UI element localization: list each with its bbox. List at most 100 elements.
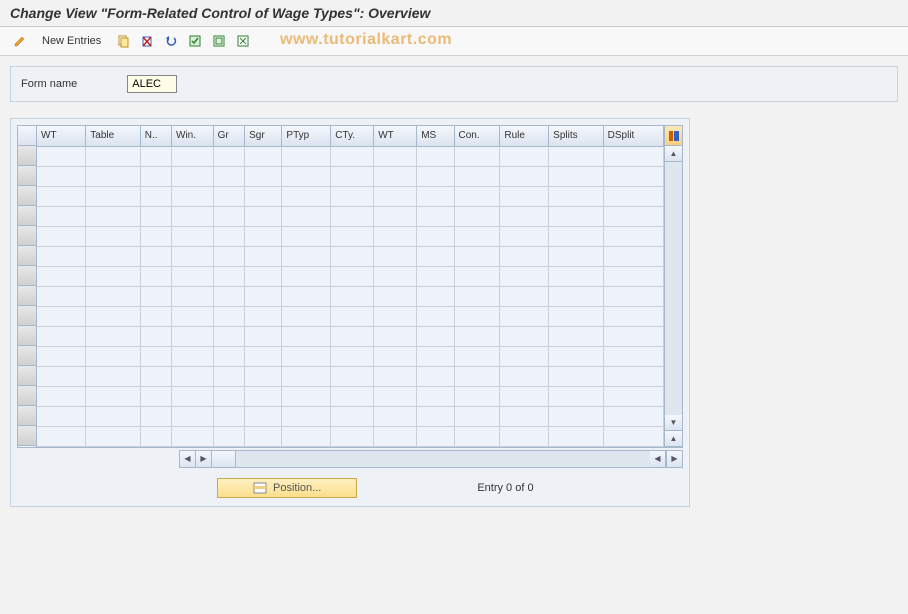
table-cell[interactable] [245,226,282,246]
table-cell[interactable] [245,406,282,426]
deselect-all-icon[interactable] [233,31,253,51]
table-cell[interactable] [500,166,549,186]
table-cell[interactable] [140,366,171,386]
table-cell[interactable] [172,426,214,446]
table-cell[interactable] [374,206,417,226]
table-cell[interactable] [500,366,549,386]
column-header[interactable]: Rule [500,126,549,146]
table-cell[interactable] [140,386,171,406]
table-cell[interactable] [140,286,171,306]
table-cell[interactable] [213,386,245,406]
table-cell[interactable] [245,246,282,266]
column-header[interactable]: Win. [172,126,214,146]
table-cell[interactable] [282,246,331,266]
table-cell[interactable] [374,266,417,286]
table-cell[interactable] [245,366,282,386]
table-cell[interactable] [500,206,549,226]
table-cell[interactable] [417,426,454,446]
table-cell[interactable] [245,166,282,186]
table-cell[interactable] [245,426,282,446]
table-cell[interactable] [140,426,171,446]
table-cell[interactable] [37,406,86,426]
table-cell[interactable] [282,206,331,226]
table-cell[interactable] [500,246,549,266]
table-cell[interactable] [417,206,454,226]
table-cell[interactable] [603,186,663,206]
table-cell[interactable] [549,226,604,246]
table-cell[interactable] [172,346,214,366]
table-cell[interactable] [500,306,549,326]
row-selector[interactable] [18,166,36,186]
table-cell[interactable] [172,266,214,286]
table-cell[interactable] [417,226,454,246]
table-cell[interactable] [86,366,141,386]
table-cell[interactable] [37,366,86,386]
table-cell[interactable] [603,306,663,326]
table-cell[interactable] [549,186,604,206]
table-cell[interactable] [417,186,454,206]
table-cell[interactable] [331,146,374,166]
column-header[interactable]: DSplit [603,126,663,146]
table-cell[interactable] [282,426,331,446]
table-cell[interactable] [172,366,214,386]
row-selector[interactable] [18,346,36,366]
scroll-left-end-button[interactable]: ◀ [650,451,666,467]
table-cell[interactable] [86,146,141,166]
table-cell[interactable] [331,206,374,226]
table-cell[interactable] [172,226,214,246]
table-cell[interactable] [454,286,500,306]
table-cell[interactable] [331,286,374,306]
table-cell[interactable] [417,326,454,346]
table-cell[interactable] [245,326,282,346]
table-cell[interactable] [172,406,214,426]
horizontal-scroll-thumb[interactable] [212,451,236,467]
table-cell[interactable] [374,226,417,246]
table-cell[interactable] [37,146,86,166]
row-selector[interactable] [18,266,36,286]
row-selector[interactable] [18,286,36,306]
table-cell[interactable] [37,306,86,326]
column-header[interactable]: CTy. [331,126,374,146]
scroll-up-button[interactable]: ▲ [665,146,682,162]
table-cell[interactable] [245,186,282,206]
delete-icon[interactable] [137,31,157,51]
table-cell[interactable] [454,206,500,226]
table-cell[interactable] [603,346,663,366]
table-cell[interactable] [500,266,549,286]
table-cell[interactable] [331,346,374,366]
table-cell[interactable] [549,346,604,366]
table-cell[interactable] [374,406,417,426]
column-header[interactable]: WT [37,126,86,146]
table-cell[interactable] [417,166,454,186]
table-cell[interactable] [603,326,663,346]
table-cell[interactable] [245,206,282,226]
table-cell[interactable] [500,386,549,406]
table-cell[interactable] [500,286,549,306]
table-cell[interactable] [603,386,663,406]
table-cell[interactable] [549,326,604,346]
table-cell[interactable] [603,426,663,446]
column-header[interactable]: N.. [140,126,171,146]
table-cell[interactable] [374,186,417,206]
undo-icon[interactable] [161,31,181,51]
row-selector[interactable] [18,226,36,246]
row-selector[interactable] [18,186,36,206]
table-cell[interactable] [454,166,500,186]
table-cell[interactable] [172,326,214,346]
table-cell[interactable] [374,366,417,386]
table-cell[interactable] [213,226,245,246]
table-cell[interactable] [417,406,454,426]
table-cell[interactable] [454,426,500,446]
table-cell[interactable] [603,366,663,386]
table-cell[interactable] [282,166,331,186]
table-cell[interactable] [417,246,454,266]
table-cell[interactable] [282,346,331,366]
table-cell[interactable] [282,386,331,406]
table-cell[interactable] [603,286,663,306]
table-cell[interactable] [37,386,86,406]
table-cell[interactable] [37,286,86,306]
table-cell[interactable] [374,426,417,446]
table-cell[interactable] [549,206,604,226]
scroll-right-end-button[interactable]: ▶ [666,451,682,467]
table-cell[interactable] [454,386,500,406]
